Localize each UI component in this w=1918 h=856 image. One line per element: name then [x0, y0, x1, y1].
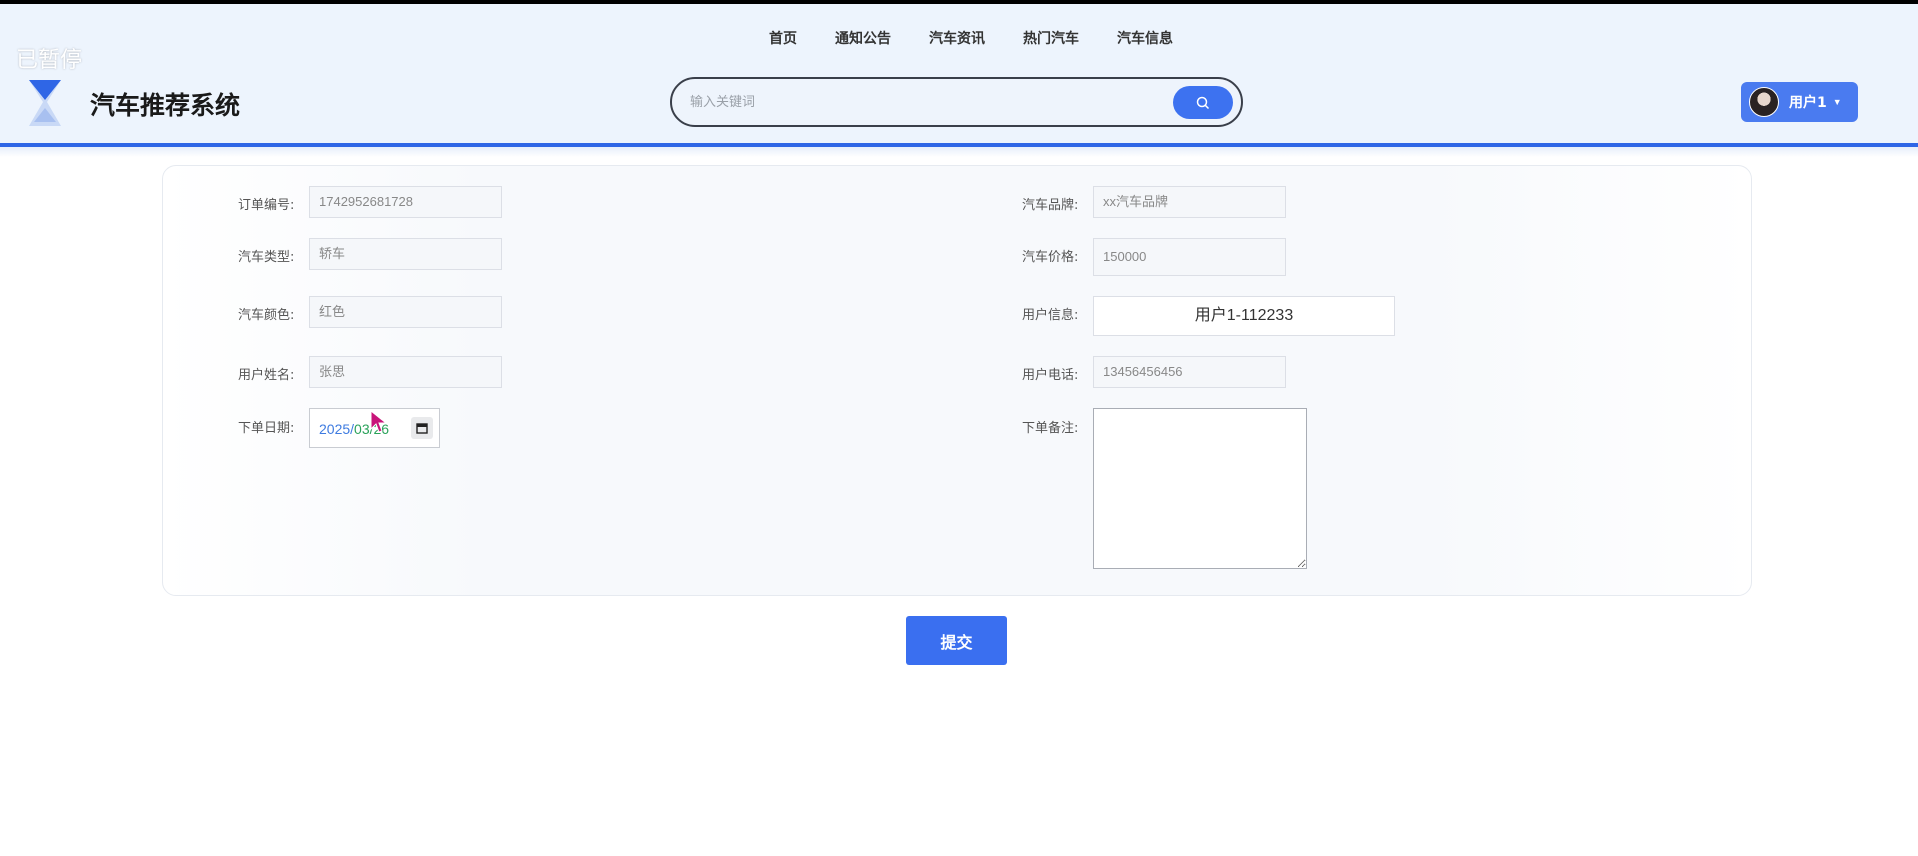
user-info-label: 用户信息: [1022, 308, 1079, 323]
avatar [1749, 87, 1779, 117]
order-no-label: 订单编号: [238, 198, 295, 213]
remark-textarea[interactable] [1093, 408, 1307, 569]
user-name: 用户1 [1789, 95, 1827, 111]
phone-field[interactable]: 13456456456 [1093, 356, 1286, 388]
nav-item-hot-cars[interactable]: 热门汽车 [1023, 28, 1079, 48]
search-input[interactable] [690, 91, 1150, 113]
caret-down-icon: ▼ [1832, 97, 1842, 107]
mouse-cursor-icon [370, 410, 388, 433]
search-bar [670, 77, 1243, 127]
order-date-year: 2025/ [319, 421, 355, 437]
search-button[interactable] [1173, 86, 1233, 119]
type-label: 汽车类型: [238, 250, 295, 265]
nav-item-notices[interactable]: 通知公告 [835, 28, 891, 48]
header-shadow [0, 147, 1918, 157]
remark-label: 下单备注: [1022, 421, 1079, 436]
user-info-select[interactable]: 用户1-112233 [1093, 296, 1395, 336]
nav-item-home[interactable]: 首页 [769, 28, 797, 48]
price-label: 汽车价格: [1022, 250, 1079, 265]
brand-title: 汽车推荐系统 [90, 91, 241, 120]
price-field[interactable]: 150000 [1093, 238, 1286, 276]
order-date-label: 下单日期: [238, 421, 295, 436]
order-no-field[interactable]: 1742952681728 [309, 186, 502, 218]
color-field[interactable]: 红色 [309, 296, 502, 328]
user-menu-button[interactable]: 用户1 ▼ [1741, 82, 1858, 122]
user-name-label: 用户姓名: [238, 368, 295, 383]
submit-button[interactable]: 提交 [906, 616, 1007, 665]
nav-item-car-news[interactable]: 汽车资讯 [929, 28, 985, 48]
hourglass-logo-icon [29, 80, 61, 126]
nav-item-car-info[interactable]: 汽车信息 [1117, 28, 1173, 48]
brand-label: 汽车品牌: [1022, 198, 1079, 213]
color-label: 汽车颜色: [238, 308, 295, 323]
search-icon [1196, 96, 1210, 109]
calendar-icon [416, 423, 428, 434]
calendar-button[interactable] [411, 417, 433, 439]
type-field[interactable]: 轿车 [309, 238, 502, 270]
user-name-field[interactable]: 张思 [309, 356, 502, 388]
main-nav: 首页 通知公告 汽车资讯 热门汽车 汽车信息 [0, 28, 1918, 48]
brand-field[interactable]: xx汽车品牌 [1093, 186, 1286, 218]
phone-label: 用户电话: [1022, 368, 1079, 383]
